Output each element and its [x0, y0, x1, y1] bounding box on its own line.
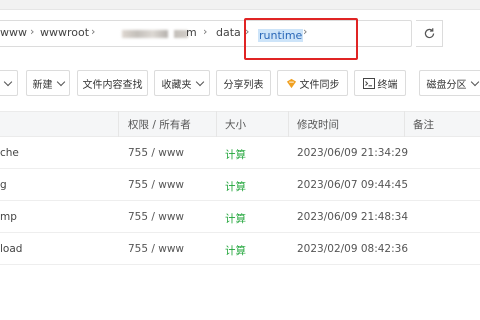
disk-partition-button[interactable]: 磁盘分区	[419, 70, 480, 96]
top-strip	[0, 0, 480, 10]
file-sync-label: 文件同步	[299, 79, 340, 91]
chevron-down-icon	[3, 77, 13, 86]
size-calculate-link[interactable]: 计算	[225, 211, 246, 226]
terminal-icon	[362, 77, 375, 89]
file-mtime: 2023/06/09 21:34:29	[297, 147, 409, 159]
column-header-mtime[interactable]: 修改时间	[297, 117, 339, 132]
file-mtime: 2023/02/09 08:42:36	[297, 243, 409, 255]
chevron-down-icon	[56, 77, 65, 86]
file-name[interactable]: che	[0, 147, 19, 159]
size-calculate-link[interactable]: 计算	[225, 243, 246, 258]
chevron-right-icon: ›	[30, 25, 35, 38]
disk-partition-label: 磁盘分区	[426, 79, 467, 91]
share-list-button[interactable]: 分享列表	[216, 70, 271, 96]
terminal-button[interactable]: 终端	[354, 70, 406, 96]
new-button-label: 新建	[32, 79, 53, 91]
share-list-label: 分享列表	[223, 79, 264, 91]
file-mtime: 2023/06/09 21:48:34	[297, 211, 409, 223]
sync-badge-icon	[286, 78, 296, 88]
column-divider	[216, 111, 217, 137]
file-permission[interactable]: 755 / www	[128, 147, 184, 159]
refresh-icon	[424, 28, 434, 39]
favorites-button[interactable]: 收藏夹	[154, 70, 210, 96]
file-permission[interactable]: 755 / www	[128, 179, 184, 191]
file-permission[interactable]: 755 / www	[128, 243, 184, 255]
file-sync-button[interactable]: 文件同步	[277, 70, 348, 96]
chevron-right-icon: ›	[203, 25, 208, 38]
new-button[interactable]: 新建	[26, 70, 70, 96]
breadcrumb-item-site[interactable]: m	[186, 26, 197, 39]
file-mtime: 2023/06/07 09:44:45	[297, 179, 409, 191]
column-divider	[118, 111, 119, 137]
column-header-permission[interactable]: 权限 / 所有者	[128, 117, 191, 132]
size-calculate-link[interactable]: 计算	[225, 147, 246, 162]
size-calculate-link[interactable]: 计算	[225, 179, 246, 194]
column-divider	[288, 111, 289, 137]
file-content-search-label: 文件内容查找	[82, 79, 143, 91]
highlight-annotation-box	[244, 18, 358, 60]
file-name[interactable]: g	[0, 179, 7, 191]
column-header-note: 备注	[413, 119, 434, 131]
refresh-button[interactable]	[416, 20, 443, 47]
redacted-path-segment	[122, 30, 168, 38]
terminal-label: 终端	[377, 79, 398, 91]
breadcrumb-item-data[interactable]: data	[216, 26, 241, 39]
column-divider	[404, 111, 405, 137]
chevron-right-icon: ›	[91, 25, 96, 38]
file-permission[interactable]: 755 / www	[128, 211, 184, 223]
chevron-down-icon	[470, 77, 479, 86]
breadcrumb-item-www[interactable]: www	[0, 26, 27, 39]
breadcrumb-item-wwwroot[interactable]: wwwroot	[40, 26, 89, 39]
favorites-label: 收藏夹	[161, 79, 192, 91]
file-name[interactable]: mp	[0, 211, 17, 223]
toolbar-partial-dropdown[interactable]	[0, 70, 18, 96]
file-content-search-button[interactable]: 文件内容查找	[77, 70, 148, 96]
column-header-size[interactable]: 大小	[225, 117, 246, 132]
file-name[interactable]: load	[0, 243, 22, 255]
chevron-down-icon	[195, 77, 204, 86]
